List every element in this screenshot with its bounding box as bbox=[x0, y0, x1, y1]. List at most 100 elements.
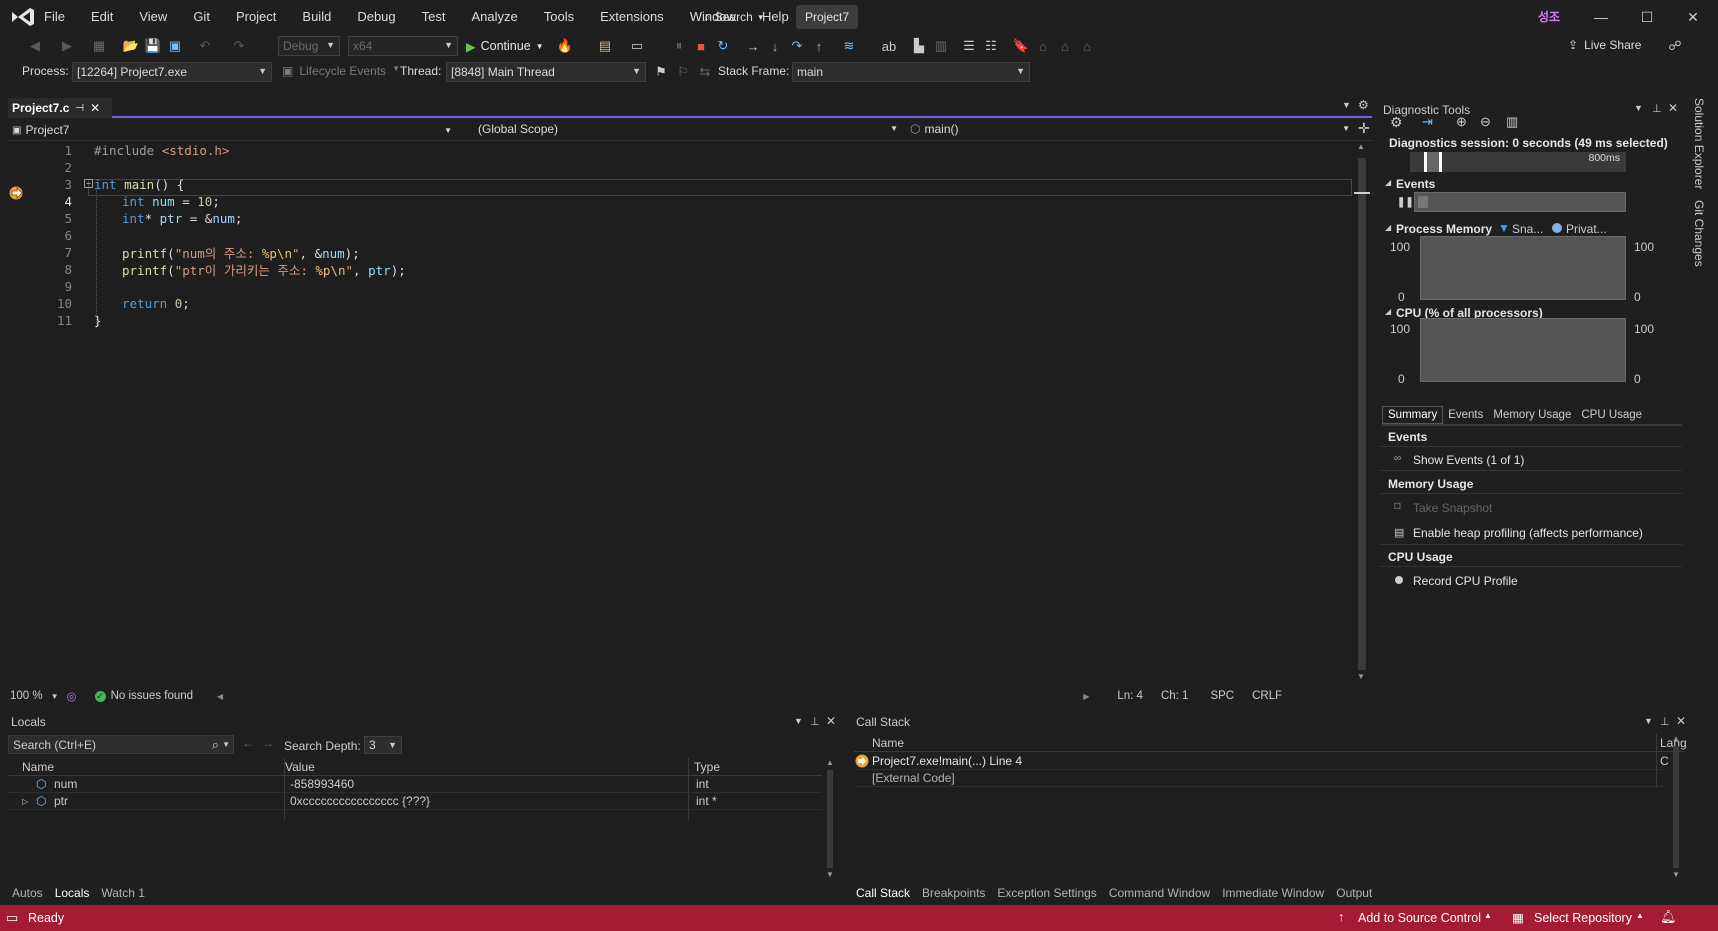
navigate-back-icon[interactable]: ◀ bbox=[26, 36, 44, 56]
take-snapshot-button[interactable]: Take Snapshot bbox=[1413, 501, 1492, 515]
solution-explorer-tab[interactable]: Solution Explorer bbox=[1692, 98, 1706, 189]
target-select-icon[interactable]: ▭ bbox=[628, 36, 646, 56]
maximize-button[interactable]: ☐ bbox=[1624, 4, 1670, 30]
search-button[interactable]: ⌕ Search ▼ bbox=[704, 6, 786, 28]
hot-reload-icon[interactable]: 🔥 bbox=[556, 36, 574, 56]
tab-summary[interactable]: Summary bbox=[1382, 406, 1444, 424]
comment-icon[interactable]: ☰ bbox=[960, 36, 978, 56]
menu-view[interactable]: View bbox=[139, 9, 167, 24]
pin-icon[interactable]: ⊣ bbox=[75, 103, 84, 114]
tab-command-window[interactable]: Command Window bbox=[1109, 886, 1210, 900]
thread-select[interactable]: [8848] Main Thread ▼ bbox=[446, 62, 646, 82]
scope-nav-dropdown[interactable]: (Global Scope) ▼ bbox=[478, 122, 898, 138]
zoom-in-icon[interactable]: ⊕ bbox=[1456, 114, 1467, 130]
tab-list-chevron-icon[interactable]: ▼ bbox=[1342, 100, 1351, 110]
zoom-out-icon[interactable]: ⊖ bbox=[1480, 114, 1491, 130]
hex-display-icon[interactable]: ≋ bbox=[840, 36, 858, 56]
add-to-source-control-button[interactable]: Add to Source Control bbox=[1358, 911, 1481, 925]
save-icon[interactable]: 💾 bbox=[144, 36, 162, 56]
close-icon[interactable]: ✕ bbox=[1668, 101, 1678, 115]
settings-gear-icon[interactable]: ⚙ bbox=[1390, 114, 1403, 131]
line-ending-mode[interactable]: CRLF bbox=[1252, 690, 1282, 702]
clear-bookmarks-icon[interactable]: ⌂ bbox=[1078, 36, 1096, 56]
process-select[interactable]: [12264] Project7.exe ▼ bbox=[72, 62, 272, 82]
stop-debugging-icon[interactable]: ■ bbox=[692, 36, 710, 56]
close-icon[interactable]: ✕ bbox=[826, 714, 836, 728]
editor-vertical-scrollbar[interactable]: ▲ ▼ bbox=[1354, 142, 1370, 686]
show-next-statement-icon[interactable]: → bbox=[744, 36, 762, 56]
tab-events[interactable]: Events bbox=[1443, 406, 1488, 424]
step-over-icon[interactable]: ↷ bbox=[788, 36, 806, 56]
process-memory-graph[interactable] bbox=[1420, 236, 1626, 300]
feedback-icon[interactable]: ☍ bbox=[1666, 36, 1684, 56]
previous-bookmark-icon[interactable]: ⌂ bbox=[1034, 36, 1052, 56]
bookmark-icon[interactable]: 🔖 bbox=[1012, 36, 1030, 56]
locals-scrollbar[interactable]: ▲ ▼ bbox=[824, 758, 836, 882]
menu-extensions[interactable]: Extensions bbox=[600, 9, 664, 24]
collapse-triangle-icon[interactable]: ◢ bbox=[1385, 178, 1391, 187]
solution-platform-select[interactable]: x64 ▼ bbox=[348, 36, 458, 56]
cursor-line[interactable]: Ln: 4 bbox=[1117, 690, 1143, 702]
events-track[interactable] bbox=[1414, 192, 1626, 212]
scroll-up-icon[interactable]: ▲ bbox=[1357, 142, 1365, 151]
chevron-down-icon[interactable]: ▼ bbox=[1644, 716, 1653, 726]
scroll-up-icon[interactable]: ▲ bbox=[826, 758, 834, 767]
tab-output[interactable]: Output bbox=[1336, 886, 1372, 900]
cpu-usage-graph[interactable] bbox=[1420, 318, 1626, 382]
call-stack-scrollbar[interactable]: ▲ ▼ bbox=[1670, 734, 1682, 882]
chevron-down-icon[interactable]: ▼ bbox=[1634, 103, 1643, 113]
issues-status[interactable]: No issues found bbox=[111, 690, 193, 702]
split-editor-icon[interactable]: ✛ bbox=[1358, 120, 1370, 137]
show-events-link[interactable]: Show Events (1 of 1) bbox=[1413, 453, 1524, 467]
git-changes-tab[interactable]: Git Changes bbox=[1692, 200, 1706, 267]
cursor-column[interactable]: Ch: 1 bbox=[1161, 690, 1189, 702]
tab-memory-usage[interactable]: Memory Usage bbox=[1488, 406, 1576, 424]
menu-file[interactable]: File bbox=[44, 9, 65, 24]
chevron-down-icon[interactable]: ▼ bbox=[222, 740, 230, 749]
uncomment-icon[interactable]: ☷ bbox=[982, 36, 1000, 56]
timeline-selection[interactable] bbox=[1426, 152, 1440, 172]
flag-thread-icon[interactable]: ⚑ bbox=[652, 62, 670, 82]
menu-project[interactable]: Project bbox=[236, 9, 276, 24]
export-icon[interactable]: ⇥ bbox=[1422, 114, 1433, 130]
scroll-down-icon[interactable]: ▼ bbox=[1672, 870, 1680, 879]
menu-build[interactable]: Build bbox=[302, 9, 331, 24]
close-icon[interactable]: ✕ bbox=[1676, 714, 1686, 728]
account-avatar[interactable]: 성조 bbox=[1538, 8, 1564, 26]
chevron-up-icon[interactable]: ▲ bbox=[1636, 911, 1644, 920]
call-stack-row[interactable]: Project7.exe!main(...) Line 4 C bbox=[854, 753, 1669, 770]
forward-arrow-icon[interactable]: → bbox=[262, 736, 274, 750]
restart-icon[interactable]: ↻ bbox=[714, 36, 732, 56]
scroll-left-icon[interactable]: ◀ bbox=[217, 692, 223, 701]
selection-start-handle[interactable] bbox=[1424, 152, 1427, 172]
column-name[interactable]: Name bbox=[22, 760, 54, 774]
step-out-icon[interactable]: ↑ bbox=[810, 36, 828, 56]
project-nav-dropdown[interactable]: ▣ Project7 ▼ bbox=[12, 122, 452, 138]
notifications-bell-icon[interactable]: 🔔︎ bbox=[1660, 909, 1677, 925]
visual-studio-logo-icon[interactable] bbox=[10, 6, 36, 28]
chevron-up-icon[interactable]: ▲ bbox=[1484, 911, 1492, 920]
chevron-down-icon[interactable]: ▼ bbox=[51, 692, 59, 701]
scroll-up-icon[interactable]: ▲ bbox=[1672, 734, 1680, 743]
variable-value[interactable]: -858993460 bbox=[290, 777, 354, 791]
document-tab[interactable]: Project7.c ⊣ ✕ bbox=[8, 98, 112, 118]
filter-threads-icon[interactable]: ⚐ bbox=[674, 62, 692, 82]
collapse-triangle-icon[interactable]: ◢ bbox=[1385, 307, 1391, 316]
break-event-marker[interactable] bbox=[1418, 196, 1428, 208]
process-icon[interactable]: ▤ bbox=[596, 36, 614, 56]
scroll-down-icon[interactable]: ▼ bbox=[826, 870, 834, 879]
open-file-icon[interactable]: 📂 bbox=[122, 36, 140, 56]
collapse-triangle-icon[interactable]: ◢ bbox=[1385, 223, 1391, 232]
close-icon[interactable]: ✕ bbox=[90, 101, 100, 115]
call-stack-row[interactable]: [External Code] bbox=[854, 770, 1666, 787]
menu-git[interactable]: Git bbox=[193, 9, 210, 24]
break-all-icon[interactable]: ⏸ bbox=[670, 36, 688, 56]
tab-locals[interactable]: Locals bbox=[55, 886, 90, 900]
pause-icon[interactable]: ❚❚ bbox=[1397, 197, 1414, 208]
new-project-icon[interactable]: ▦ bbox=[90, 36, 108, 56]
pin-icon[interactable]: ⊥ bbox=[1660, 715, 1670, 728]
tab-exception-settings[interactable]: Exception Settings bbox=[997, 886, 1096, 900]
column-type[interactable]: Type bbox=[694, 760, 720, 774]
reset-view-icon[interactable]: ▥ bbox=[1506, 114, 1518, 130]
select-repository-button[interactable]: Select Repository bbox=[1534, 911, 1632, 925]
